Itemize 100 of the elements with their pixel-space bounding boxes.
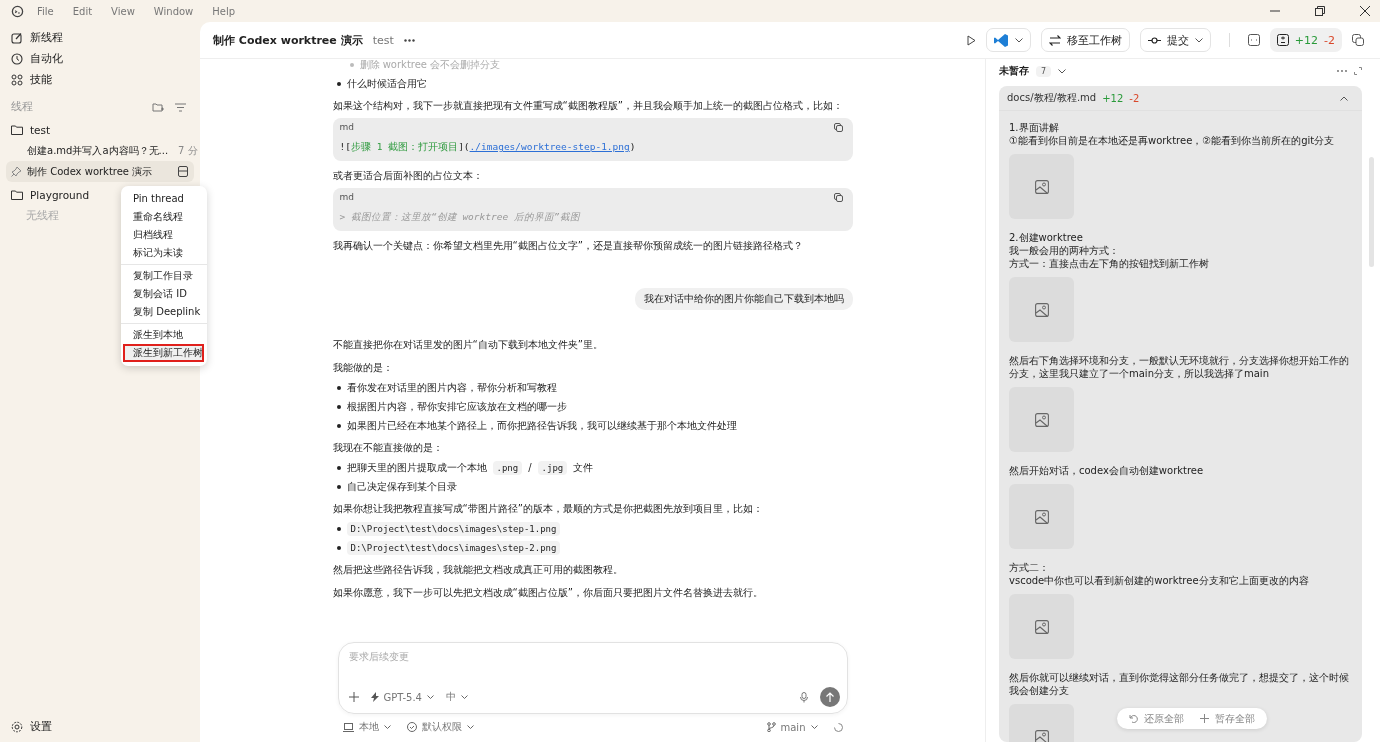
nav-item[interactable]: 新线程 — [6, 27, 194, 48]
chevron-down-icon[interactable] — [1058, 68, 1067, 74]
list-item: 什么时候适合用它 — [346, 76, 427, 91]
nav-item[interactable]: 技能 — [6, 69, 194, 90]
project-name: test — [372, 33, 394, 47]
list-item: 根据图片内容，帮你安排它应该放在文档的哪一步 — [346, 399, 567, 414]
chevron-up-icon[interactable] — [1340, 95, 1348, 101]
menu-item[interactable]: View — [111, 5, 135, 17]
menu-item[interactable]: 派生到新工作树 — [123, 344, 204, 362]
text-line: 方式二： — [1009, 561, 1050, 574]
paragraph: 如果你想让我把教程直接写成“带图片路径”的版本，最顺的方式是你把截图先放到项目里，比如： — [332, 502, 764, 516]
spinner-icon — [833, 722, 843, 732]
paragraph: 我再确认一个关键点：你希望文档里先用“截图占位文字”，还是直接帮你预留成统一的图片链接路径格式？ — [332, 239, 804, 253]
scrollbar[interactable] — [1369, 157, 1374, 267]
folder-icon — [11, 189, 23, 200]
code-editor-icon — [993, 32, 1009, 48]
add-folder-icon[interactable] — [152, 101, 164, 113]
play-icon[interactable] — [966, 34, 976, 46]
file-path: docs/教程/教程.md — [1007, 91, 1097, 105]
text-line: ①能看到你目前是在本地还是再worktree，②能看到你当前所在的git分支 — [1009, 134, 1336, 147]
added-count: +12 — [1102, 92, 1124, 104]
thread-item[interactable]: 制作 Codex worktree 演示 — [6, 161, 194, 182]
menu-item[interactable]: Pin thread — [121, 190, 207, 208]
plus-icon — [1200, 714, 1209, 723]
send-button[interactable] — [819, 687, 840, 707]
image-icon — [1034, 509, 1049, 524]
effort-dropdown[interactable]: 中 — [446, 690, 468, 704]
menu-item[interactable]: 标记为未读 — [121, 244, 207, 262]
model-dropdown[interactable]: GPT-5.4 — [370, 691, 434, 703]
commit-button[interactable]: 提交 — [1139, 28, 1211, 52]
menu-item[interactable]: 重命名线程 — [121, 208, 207, 226]
menu-item[interactable]: Help — [212, 5, 236, 17]
code-language: md — [339, 122, 354, 132]
diff-toggle-button[interactable]: +12 -2 — [1269, 28, 1342, 52]
user-message: 我在对话中给你的图片你能自己下载到本地吗 — [634, 288, 853, 310]
code-language: md — [339, 192, 354, 202]
paragraph: 我能做的是： — [332, 361, 394, 375]
paragraph: 我现在不能直接做的是： — [332, 441, 444, 455]
maximize-icon[interactable] — [1315, 6, 1325, 16]
list-item: 自己决定保存到某个目录 — [346, 479, 457, 494]
paragraph: 不能直接把你在对话里发的图片“自动下载到本地文件夹”里。 — [332, 338, 604, 352]
panel-title: 未暂存 — [999, 64, 1029, 78]
swap-icon — [1048, 34, 1061, 46]
close-icon[interactable] — [1360, 6, 1370, 16]
more-icon[interactable] — [403, 38, 415, 42]
image-icon — [1034, 179, 1049, 194]
microphone-icon[interactable] — [799, 691, 808, 703]
empty-text: 无线程 — [26, 208, 59, 223]
copy-icon[interactable] — [833, 192, 843, 202]
menu-item[interactable]: 派生到本地 — [121, 326, 207, 344]
menu-item[interactable]: 复制会话 ID — [121, 285, 207, 303]
app-logo-icon[interactable] — [11, 4, 24, 18]
environment-dropdown[interactable]: 本地 — [342, 720, 391, 734]
plus-icon[interactable] — [348, 692, 359, 702]
menu-item[interactable]: 复制工作目录 — [121, 267, 207, 285]
project-folder[interactable]: test — [6, 119, 194, 140]
archive-icon[interactable] — [178, 166, 188, 177]
stage-all-button[interactable]: 暂存全部 — [1200, 711, 1255, 726]
filter-icon[interactable] — [175, 102, 186, 112]
edit-icon — [11, 31, 23, 44]
text-line: 1.界面讲解 — [1009, 121, 1060, 134]
chevron-down-icon — [1194, 37, 1203, 43]
settings-item[interactable]: 设置 — [6, 718, 194, 736]
pin-icon[interactable] — [11, 166, 22, 177]
text-line: 我一般会用的两种方式： — [1009, 244, 1120, 257]
arrow-up-icon — [825, 692, 834, 702]
thread-title: 制作 Codex worktree 演示 — [27, 164, 154, 179]
copy-icon[interactable] — [833, 122, 843, 132]
image-icon — [1034, 729, 1049, 742]
menu-item[interactable]: Edit — [72, 5, 93, 17]
paragraph: 如果这个结构对，我下一步就直接把现有文件重写成“截图教程版”，并且我会顺手加上统一的截图占位格式，比如： — [332, 99, 844, 113]
inline-code: .png — [492, 460, 523, 475]
text-line: 方式一：直接点击左下角的按钮找到新工作树 — [1009, 257, 1210, 270]
permission-dropdown[interactable]: 默认权限 — [406, 720, 474, 734]
copy-icon[interactable] — [1352, 34, 1364, 46]
menu-item[interactable]: Window — [153, 5, 194, 17]
thread-title: 制作 Codex worktree 演示 — [213, 32, 363, 48]
chevron-down-icon — [383, 725, 391, 729]
menu-item[interactable]: 归档线程 — [121, 226, 207, 244]
code-line: > 截图位置：这里放“创建 worktree 后的界面”截图 — [339, 211, 582, 224]
move-to-worktree-button[interactable]: 移至工作树 — [1040, 28, 1130, 52]
shield-icon — [406, 722, 417, 732]
laptop-icon — [342, 722, 354, 732]
paragraph: 如果你愿意，我下一步可以先把文档改成“截图占位版”，你后面只要把图片文件名替换进去就行。 — [332, 586, 764, 600]
inline-code: D:\Project\test\docs\images\step-2.png — [346, 540, 561, 555]
editor-button[interactable] — [985, 28, 1031, 52]
expand-icon[interactable] — [1354, 67, 1362, 75]
nav-item[interactable]: 自动化 — [6, 48, 194, 69]
inline-code: .jpg — [537, 460, 568, 475]
menu-item[interactable]: 复制 Deeplink — [121, 303, 207, 321]
folder-icon — [11, 124, 23, 135]
branch-dropdown[interactable]: main — [766, 721, 818, 733]
branch-icon — [766, 722, 776, 732]
revert-all-button[interactable]: 还原全部 — [1129, 711, 1184, 726]
section-title: 线程 — [11, 100, 33, 114]
paragraph: 然后把这些路径告诉我，我就能把文档改成真正可用的截图教程。 — [332, 563, 624, 577]
menu-item[interactable]: File — [37, 5, 54, 17]
inline-code: D:\Project\test\docs\images\step-1.png — [346, 521, 561, 536]
text-line: 2.创建worktree — [1009, 231, 1084, 244]
list-item: 如果图片已经在本地某个路径上，而你把路径告诉我，我可以继续基于那个本地文件处理 — [346, 418, 737, 433]
